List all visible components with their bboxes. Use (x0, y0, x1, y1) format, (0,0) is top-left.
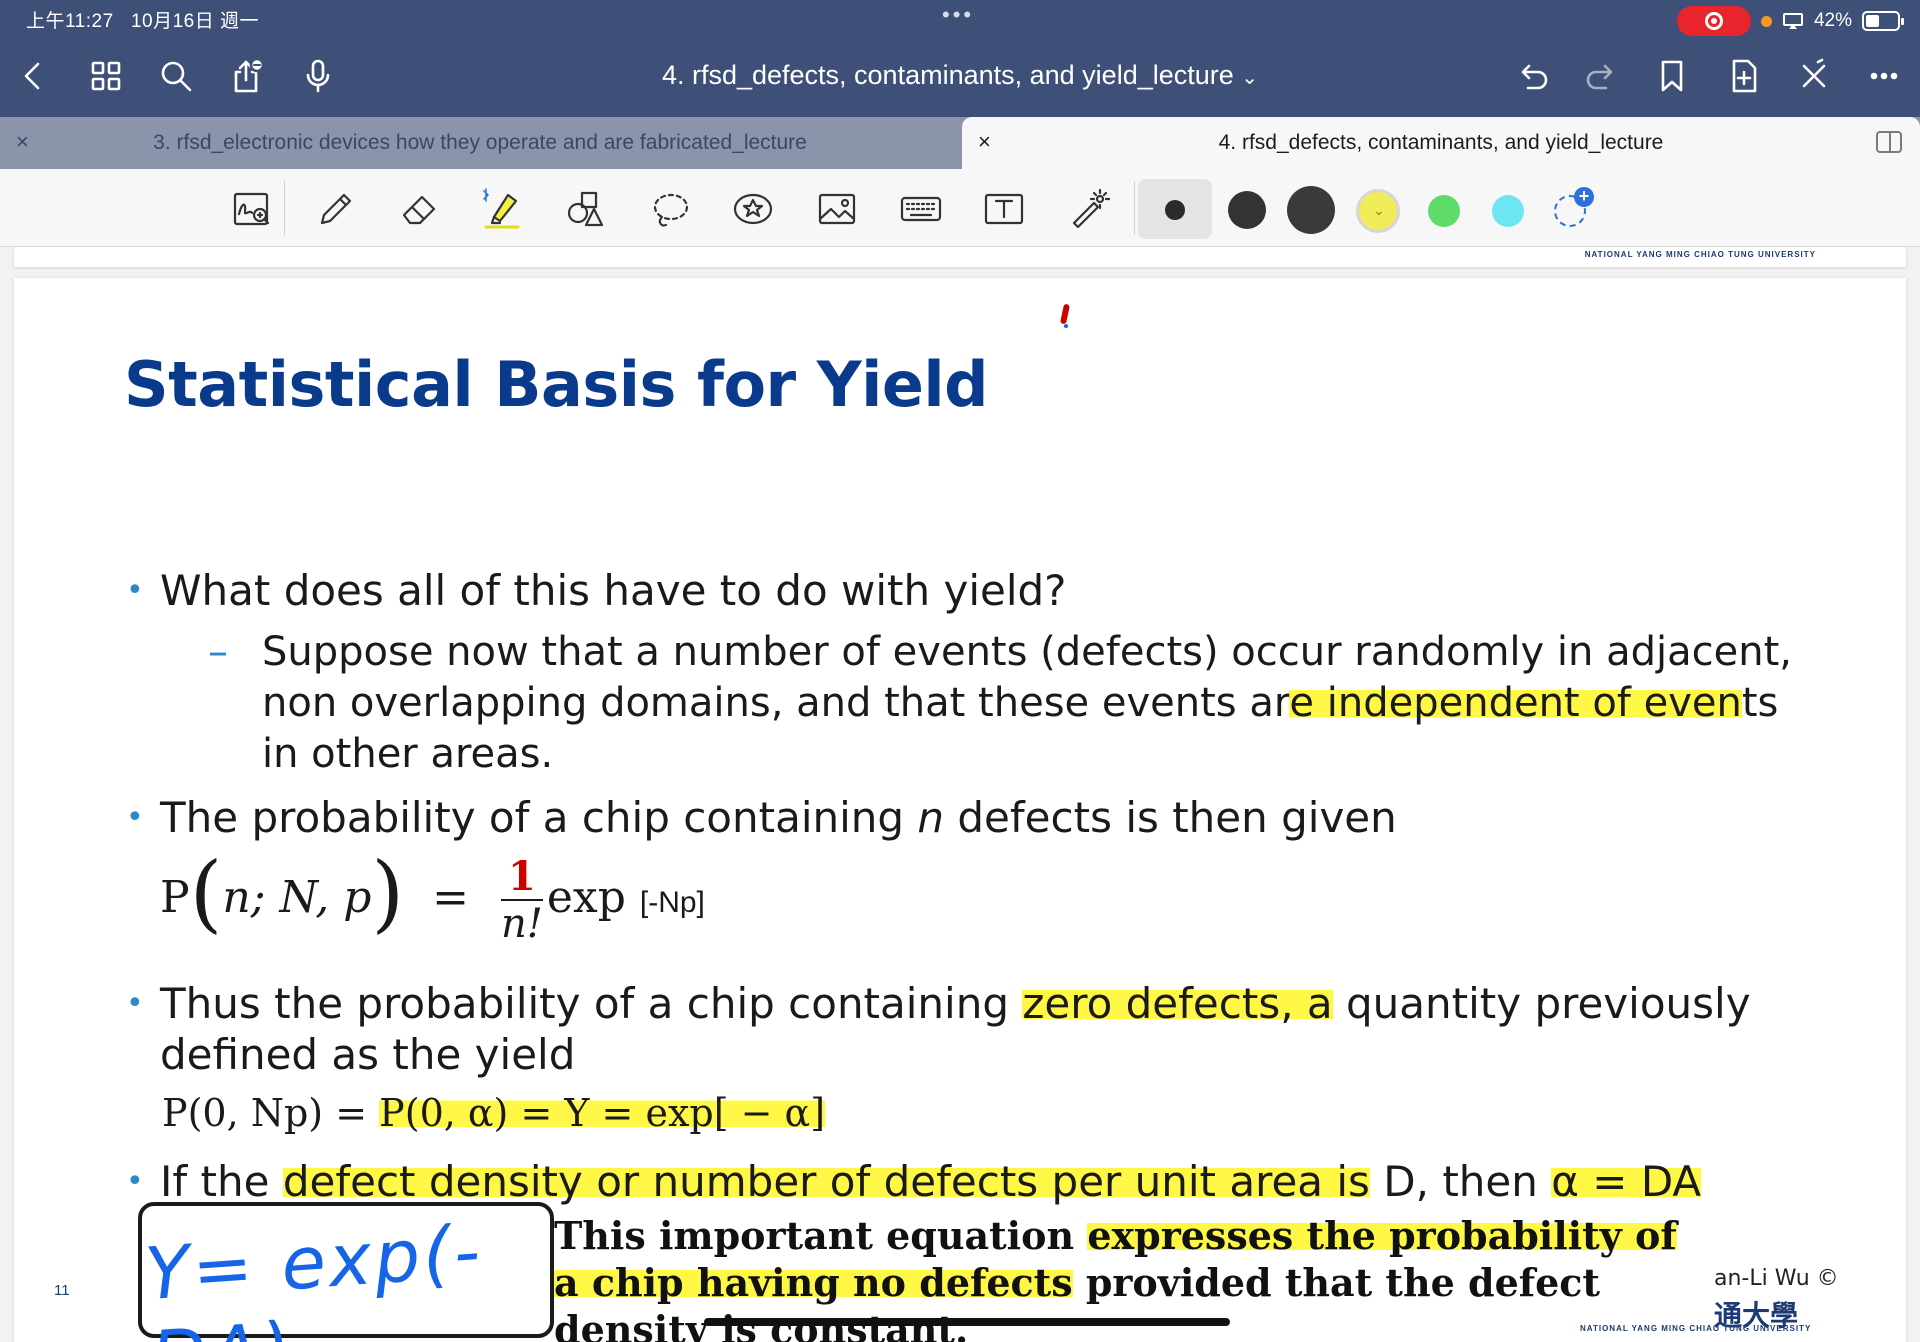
document-title-button[interactable]: 4. rfsd_defects, contaminants, and yield… (662, 60, 1258, 90)
toolbar-divider (284, 181, 285, 235)
record-icon (1704, 12, 1723, 30)
toolbar-divider (1134, 181, 1135, 235)
bookmark-icon[interactable] (1648, 52, 1696, 100)
top-app-bar: 上午11:27 10月16日 週一 ••• 42% 4. rfsd_defect… (0, 0, 1920, 117)
battery-percent: 42% (1813, 10, 1852, 31)
university-name: NATIONAL YANG MING CHIAO TUNG UNIVERSITY (1580, 1324, 1812, 1333)
shapes-tool-icon[interactable] (560, 183, 612, 235)
redo-icon[interactable] (1578, 52, 1626, 100)
bullet-defect-density: • If the defect density or number of def… (126, 1157, 1702, 1206)
chevron-down-icon: ⌄ (1241, 67, 1259, 89)
bullet-dot: • (126, 573, 144, 608)
bullet-dot: • (126, 800, 144, 835)
document-title: 4. rfsd_defects, contaminants, and yield… (0, 60, 1920, 91)
poisson-formula: P(n; N, p) = 1 n! exp [-Np] (160, 844, 705, 947)
pen-tool-icon[interactable] (310, 183, 362, 235)
university-footer-prev: NATIONAL YANG MING CHIAO TUNG UNIVERSITY (1584, 250, 1816, 259)
stroke-size-medium[interactable] (1228, 191, 1266, 229)
lasso-tool-icon[interactable] (644, 183, 696, 235)
slide-title: Statistical Basis for Yield (124, 348, 989, 421)
highlight: P(0, α) = Y = exp[ − α] (379, 1091, 826, 1135)
highlight: α = DA (1551, 1157, 1702, 1206)
tab-label: 4. rfsd_defects, contaminants, and yield… (1218, 131, 1664, 154)
back-icon[interactable] (10, 52, 58, 100)
status-date: 10月16日 週一 (130, 11, 260, 32)
mic-in-use-dot (1760, 15, 1772, 27)
more-options-icon[interactable] (1860, 52, 1908, 100)
share-icon[interactable] (222, 52, 270, 100)
bullet-dot: • (126, 986, 144, 1021)
tab-close-icon[interactable]: × (16, 131, 29, 153)
annotation-toolbar: ⌄ + (0, 169, 1920, 247)
screen-mirror-icon (1782, 13, 1803, 29)
highlighter-tool-icon[interactable] (476, 183, 528, 235)
page-number: 11 (54, 1282, 70, 1299)
close-pen-icon[interactable] (1790, 52, 1838, 100)
microphone-icon[interactable] (294, 52, 342, 100)
yield-formula: P(0, Np) = P(0, α) = Y = exp[ − α] (162, 1091, 826, 1135)
sub-bullet-dash: – (208, 629, 228, 675)
ink-mark-red (1059, 303, 1071, 325)
tab-lecture-3[interactable]: × 3. rfsd_electronic devices how they op… (0, 117, 960, 169)
undo-icon[interactable] (1508, 52, 1556, 100)
color-swatch-cyan[interactable] (1492, 195, 1524, 227)
handwritten-equation-box: Y= exp(-DA) (138, 1202, 554, 1342)
sub-bullet-random-events: – Suppose now that a number of events (d… (208, 629, 1792, 777)
multitask-dots-icon[interactable]: ••• (942, 2, 974, 28)
tab-close-icon[interactable]: × (978, 131, 991, 153)
bullet-zero-defects: • Thus the probability of a chip contain… (126, 979, 1751, 1079)
highlight: zero defects, a (1022, 979, 1333, 1028)
search-icon[interactable] (152, 52, 200, 100)
slide-page[interactable]: Statistical Basis for Yield • What does … (14, 278, 1906, 1342)
fraction: 1 n! (501, 852, 543, 947)
home-indicator[interactable] (704, 1318, 1230, 1326)
status-time-date: 上午11:27 10月16日 週一 (26, 6, 259, 33)
handwritten-equation: Y= exp(-DA) (142, 1208, 486, 1342)
text-box-tool-icon[interactable] (978, 183, 1030, 235)
handwriting-zoom-icon[interactable] (226, 183, 278, 235)
plus-icon: + (1574, 187, 1594, 207)
keyboard-tool-icon[interactable] (895, 183, 947, 235)
bullet-dot: • (126, 1164, 144, 1199)
eraser-tool-icon[interactable] (394, 183, 446, 235)
highlight: defect density or number of defects per … (282, 1157, 1370, 1206)
color-swatch-green[interactable] (1428, 195, 1460, 227)
grid-view-icon[interactable] (82, 52, 130, 100)
laser-pointer-tool-icon[interactable] (1062, 183, 1114, 235)
stroke-size-small[interactable] (1165, 200, 1185, 220)
image-tool-icon[interactable] (811, 183, 863, 235)
add-page-icon[interactable] (1720, 52, 1768, 100)
tab-lecture-4[interactable]: × 4. rfsd_defects, contaminants, and yie… (962, 117, 1920, 169)
tab-bar: × 3. rfsd_electronic devices how they op… (0, 117, 1920, 169)
status-right-group: 42% (1676, 6, 1904, 36)
battery-icon (1862, 11, 1904, 31)
bullet-yield-question: • What does all of this have to do with … (126, 566, 1067, 615)
tab-label: 3. rfsd_electronic devices how they oper… (153, 131, 807, 154)
bullet-probability-n-defects: • The probability of a chip containing n… (126, 793, 1397, 842)
status-time: 上午11:27 (26, 11, 114, 32)
chevron-down-icon: ⌄ (1373, 202, 1385, 218)
add-color-button[interactable]: + (1554, 187, 1594, 227)
author-credit: an-Li Wu © (1714, 1266, 1839, 1291)
screen-record-indicator[interactable] (1676, 6, 1751, 36)
stroke-size-large[interactable] (1287, 186, 1335, 234)
color-swatch-yellow[interactable]: ⌄ (1356, 189, 1400, 233)
sticker-tool-icon[interactable] (727, 183, 779, 235)
split-view-icon[interactable] (1876, 131, 1902, 153)
highlight: e independent of even (1289, 680, 1742, 726)
ink-mark-blue (1064, 324, 1068, 328)
battery-fill (1866, 15, 1879, 27)
previous-page-edge: NATIONAL YANG MING CHIAO TUNG UNIVERSITY (14, 247, 1906, 267)
